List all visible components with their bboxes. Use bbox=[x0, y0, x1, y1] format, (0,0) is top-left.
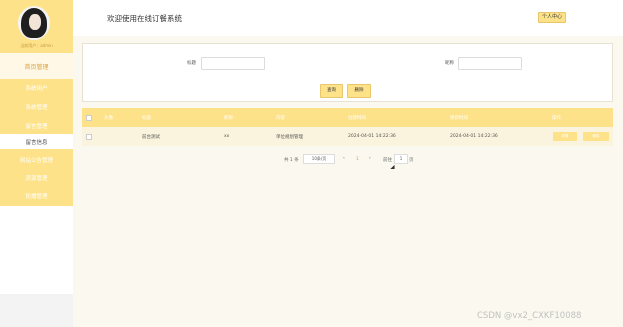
sidebar-item-message-info[interactable]: 留言信息 bbox=[0, 134, 73, 149]
table-header: 头像 标题 昵称 内容 创建时间 更新时间 操作 bbox=[82, 108, 613, 127]
row-content: 单位规划管理 bbox=[276, 135, 303, 140]
goto-label: 前往 bbox=[383, 158, 392, 163]
sidebar-item-system-management[interactable]: 系统管理 bbox=[0, 98, 73, 115]
header-updated[interactable]: 更新时间 bbox=[450, 115, 468, 121]
sidebar-item-home[interactable]: 首页管理 bbox=[0, 53, 73, 79]
avatar[interactable] bbox=[18, 6, 50, 40]
title-input[interactable] bbox=[201, 57, 265, 70]
prev-page-button[interactable]: ‹ bbox=[343, 156, 345, 161]
sidebar: 当前用户：admin 首页管理 系统用户 系统管理 留言管理 留言信息 网站公告… bbox=[0, 0, 73, 327]
sidebar-nav-list: 系统用户 系统管理 留言管理 留言信息 网站公告管理 资源管理 轮播管理 bbox=[0, 79, 73, 206]
select-all-checkbox[interactable] bbox=[86, 115, 92, 121]
sidebar-item-message-management[interactable]: 留言管理 bbox=[0, 117, 73, 134]
header-created[interactable]: 创建时间 bbox=[348, 115, 366, 121]
sidebar-header: 当前用户：admin bbox=[0, 0, 73, 53]
data-table: 头像 标题 昵称 内容 创建时间 更新时间 操作 前台测试 xx 单位规划管理 … bbox=[82, 108, 613, 146]
goto-page-input[interactable]: 1 bbox=[394, 154, 408, 164]
next-page-button[interactable]: › bbox=[369, 156, 371, 161]
delete-button[interactable]: 删除 bbox=[347, 84, 371, 98]
nickname-label: 昵称 bbox=[445, 61, 454, 66]
header-content[interactable]: 内容 bbox=[276, 115, 285, 121]
goto-suffix: 页 bbox=[409, 158, 414, 163]
personal-center-button[interactable]: 个人中心 bbox=[538, 12, 567, 23]
avatar-face bbox=[29, 14, 41, 30]
watermark: CSDN @vx2_CXKF10088 bbox=[477, 311, 582, 321]
row-detail-button[interactable]: 详情 bbox=[553, 132, 577, 141]
row-title: 前台测试 bbox=[142, 135, 160, 140]
page-size-select[interactable]: 10条/页 bbox=[303, 154, 335, 164]
current-user-label: 当前用户：admin bbox=[20, 43, 53, 48]
row-created: 2024-04-01 14:22:36 bbox=[348, 134, 396, 139]
row-delete-button[interactable]: 删除 bbox=[583, 132, 609, 141]
pagination: 共 1 条 10条/页 ‹ 1 › 前往 1 页 bbox=[283, 154, 483, 164]
page-title: 欢迎使用在线订餐系统 bbox=[107, 14, 182, 23]
title-label: 标题 bbox=[187, 61, 196, 66]
sidebar-item-announcements[interactable]: 网站公告管理 bbox=[0, 151, 73, 168]
row-updated: 2024-04-01 14:22:36 bbox=[450, 134, 498, 139]
sidebar-empty-area bbox=[0, 206, 73, 294]
header-actions: 操作 bbox=[552, 116, 561, 121]
query-button[interactable]: 查询 bbox=[320, 84, 343, 98]
header-nickname[interactable]: 昵称 bbox=[224, 115, 233, 121]
nickname-input[interactable] bbox=[458, 57, 522, 70]
sidebar-item-carousel[interactable]: 轮播管理 bbox=[0, 187, 73, 204]
table-row: 前台测试 xx 单位规划管理 2024-04-01 14:22:36 2024-… bbox=[82, 127, 613, 146]
sidebar-item-resources[interactable]: 资源管理 bbox=[0, 169, 73, 186]
pagination-total: 共 1 条 bbox=[284, 158, 299, 163]
main-content: 标题 昵称 查询 删除 头像 标题 昵称 内容 创建时间 更新时间 操作 前台测… bbox=[73, 36, 623, 327]
sidebar-item-system-users[interactable]: 系统用户 bbox=[0, 79, 73, 96]
header-title[interactable]: 标题 bbox=[142, 115, 151, 121]
header-avatar: 头像 bbox=[104, 116, 113, 121]
top-bar: 欢迎使用在线订餐系统 个人中心 bbox=[73, 0, 623, 36]
search-panel: 标题 昵称 查询 删除 bbox=[82, 43, 613, 102]
row-checkbox[interactable] bbox=[86, 134, 92, 140]
row-nickname: xx bbox=[224, 134, 230, 139]
page-number-current[interactable]: 1 bbox=[356, 157, 359, 162]
